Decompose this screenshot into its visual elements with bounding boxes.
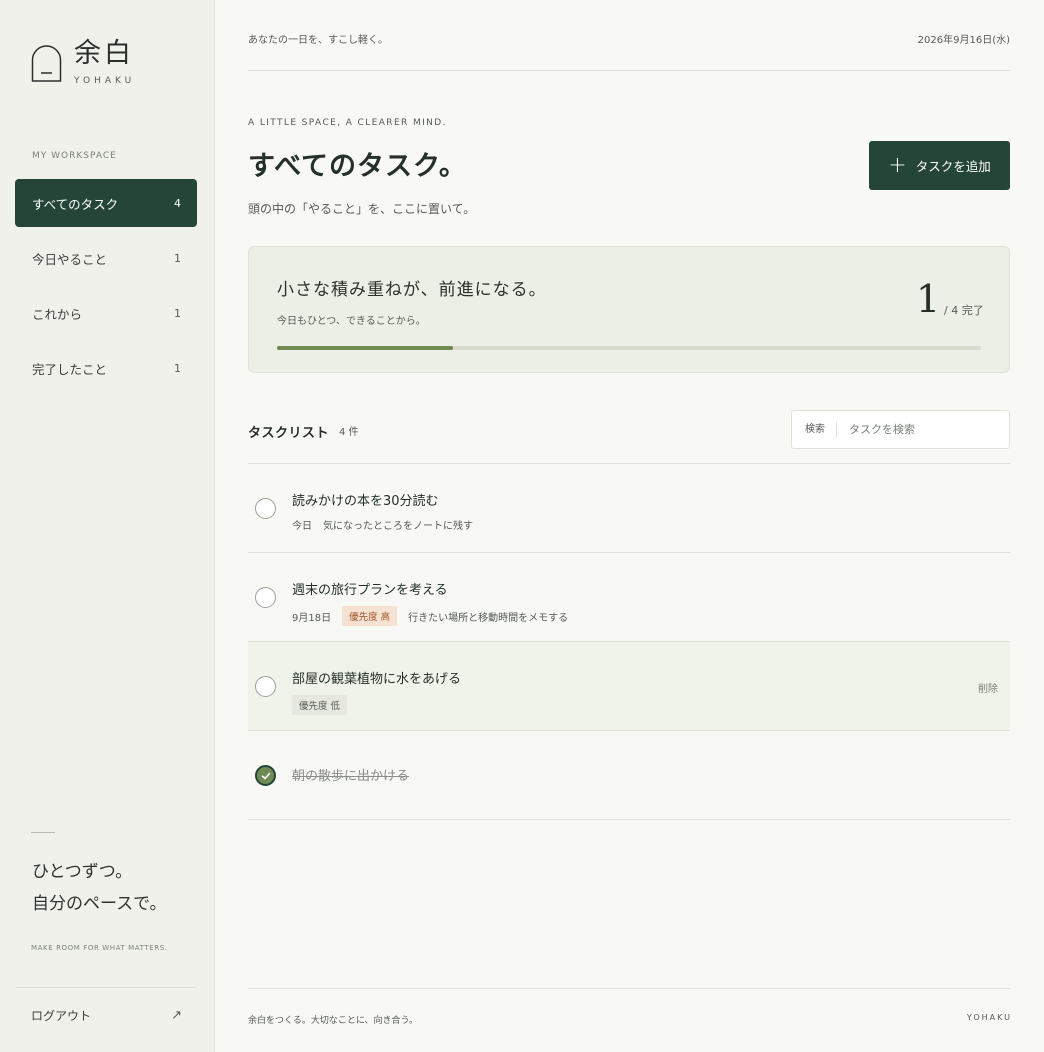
- footer: 余白をつくる。大切なことに、向き合う。 YOHAKU: [248, 1013, 1012, 1026]
- task-meta: 優先度 低: [292, 695, 348, 715]
- task-title: 読みかけの本を30分読む: [292, 494, 439, 509]
- task-list: 読みかけの本を30分読む 今日 気になったところをノートに残す 週末の旅行プラン…: [248, 463, 1010, 820]
- task-list-count: 4 件: [339, 427, 359, 438]
- progress-total: / 4 完了: [944, 304, 984, 317]
- sidebar-divider-short: [31, 832, 55, 833]
- search-label: 検索: [792, 421, 837, 438]
- sidebar-quote-line: 自分のペースで。: [32, 894, 167, 914]
- page-title: すべてのタスク。: [248, 151, 467, 182]
- sidebar-nav: すべてのタスク 4 今日やること 1 これから 1 完了したこと 1: [15, 179, 197, 399]
- sidebar-tagline: MAKE ROOM FOR WHAT MATTERS.: [31, 944, 168, 952]
- checkmark-icon: [261, 772, 271, 780]
- sidebar-item-count: 1: [174, 361, 181, 375]
- priority-badge: 優先度 高: [342, 606, 398, 626]
- task-row[interactable]: 読みかけの本を30分読む 今日 気になったところをノートに残す: [248, 464, 1010, 553]
- task-row[interactable]: 部屋の観葉植物に水をあげる 優先度 低 削除: [248, 642, 1010, 731]
- task-due: 9月18日: [292, 612, 332, 624]
- task-checkbox[interactable]: [255, 765, 276, 786]
- search-box: 検索: [791, 410, 1010, 449]
- sidebar-item-today[interactable]: 今日やること 1: [15, 234, 197, 282]
- task-note: 気になったところをノートに残す: [323, 521, 473, 532]
- task-due: 今日: [292, 521, 312, 532]
- sidebar-item-upcoming[interactable]: これから 1: [15, 289, 197, 337]
- brand-name-en: YOHAKU: [74, 76, 136, 86]
- topbar-message: あなたの一日を、すこし軽く。: [248, 35, 388, 46]
- sidebar-quote-line: ひとつずつ。: [32, 862, 133, 882]
- task-list-title: タスクリスト: [248, 426, 330, 441]
- sidebar-item-count: 1: [174, 306, 181, 320]
- progress-title: 小さな積み重ねが、前進になる。: [277, 280, 547, 300]
- sidebar-item-completed[interactable]: 完了したこと 1: [15, 344, 197, 392]
- footer-message: 余白をつくる。大切なことに、向き合う。: [248, 1016, 419, 1026]
- topbar-divider: [248, 70, 1010, 71]
- footer-divider: [248, 988, 1010, 989]
- search-input[interactable]: [837, 423, 987, 436]
- progress-card: [248, 246, 1010, 373]
- plus-icon: +: [888, 152, 907, 178]
- arrow-up-right-icon: ↗: [171, 1008, 182, 1023]
- progress-bar: [277, 346, 981, 350]
- logout-button[interactable]: ログアウト ↗: [31, 1007, 182, 1024]
- logout-label: ログアウト: [31, 1009, 92, 1023]
- progress-bar-fill: [277, 346, 453, 350]
- task-title: 朝の散歩に出かける: [292, 769, 410, 784]
- page-eyebrow: A LITTLE SPACE, A CLEARER MIND.: [248, 118, 447, 128]
- progress-done-count: 1: [916, 277, 941, 321]
- task-checkbox[interactable]: [255, 498, 276, 519]
- progress-subtitle: 今日もひとつ、できることから。: [277, 316, 426, 327]
- arch-door-icon: [31, 45, 62, 82]
- task-row[interactable]: 朝の散歩に出かける: [248, 731, 1010, 820]
- topbar-date: 2026年9月16日(水): [917, 35, 1010, 46]
- footer-brand: YOHAKU: [966, 1013, 1012, 1022]
- task-checkbox[interactable]: [255, 587, 276, 608]
- sidebar-item-label: すべてのタスク: [32, 196, 119, 212]
- logo[interactable]: 余白 YOHAKU: [31, 38, 135, 86]
- task-checkbox[interactable]: [255, 676, 276, 697]
- add-task-button[interactable]: + タスクを追加: [869, 141, 1010, 190]
- workspace-label: MY WORKSPACE: [32, 151, 117, 161]
- sidebar-item-label: これから: [32, 306, 83, 322]
- task-title: 週末の旅行プランを考える: [292, 583, 448, 598]
- task-row[interactable]: 週末の旅行プランを考える 9月18日 優先度 高 行きたい場所と移動時間をメモす…: [248, 553, 1010, 642]
- sidebar-item-count: 1: [174, 251, 181, 265]
- sidebar-divider: [16, 987, 197, 988]
- sidebar: 余白 YOHAKU MY WORKSPACE すべてのタスク 4 今日やること …: [0, 0, 215, 1052]
- main-content: あなたの一日を、すこし軽く。 2026年9月16日(水) A LITTLE SP…: [248, 0, 1010, 1052]
- topbar: あなたの一日を、すこし軽く。 2026年9月16日(水): [248, 31, 1010, 46]
- sidebar-item-count: 4: [174, 196, 181, 210]
- sidebar-quote: ひとつずつ。 自分のペースで。: [32, 856, 166, 920]
- brand-name-jp: 余白: [74, 38, 134, 69]
- sidebar-item-label: 完了したこと: [32, 361, 108, 377]
- task-note: 行きたい場所と移動時間をメモする: [408, 612, 569, 624]
- page-subtitle: 頭の中の「やること」を、ここに置いて。: [248, 202, 476, 216]
- sidebar-item-all-tasks[interactable]: すべてのタスク 4: [15, 179, 197, 227]
- sidebar-item-label: 今日やること: [32, 251, 108, 267]
- task-title: 部屋の観葉植物に水をあげる: [292, 672, 462, 687]
- add-task-label: タスクを追加: [915, 159, 991, 174]
- delete-task-button[interactable]: 削除: [978, 680, 998, 695]
- task-meta: 9月18日 優先度 高 行きたい場所と移動時間をメモする: [292, 606, 568, 626]
- task-meta: 今日 気になったところをノートに残す: [292, 517, 473, 532]
- priority-badge: 優先度 低: [292, 695, 348, 715]
